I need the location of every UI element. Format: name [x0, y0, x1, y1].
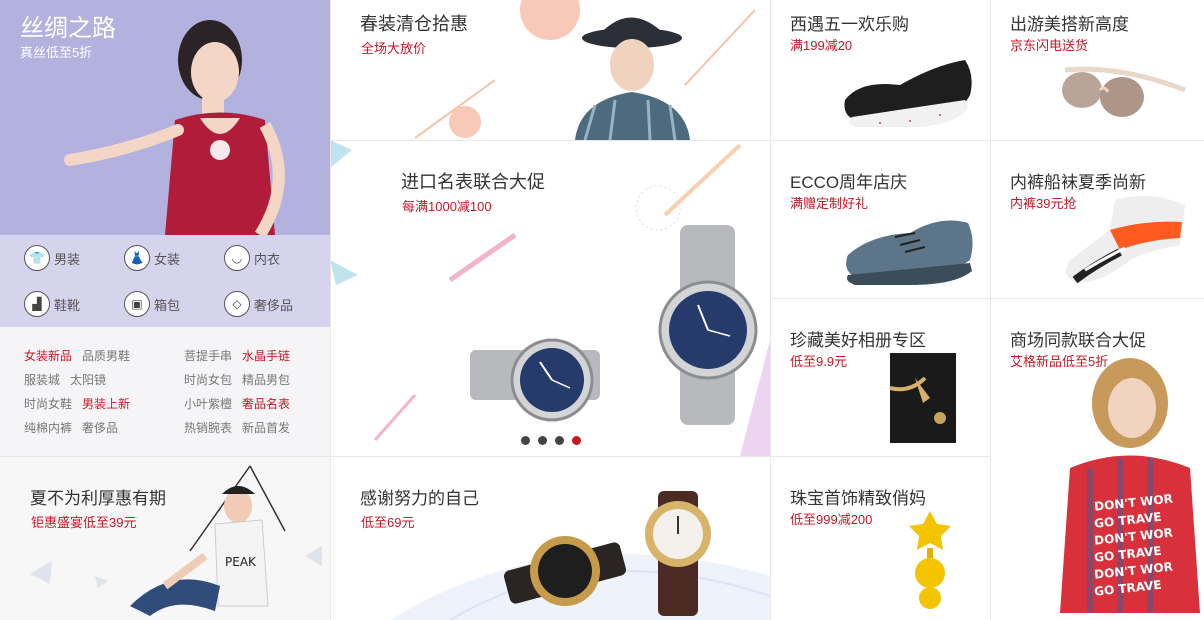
tile-title: 珍藏美好相册专区	[790, 331, 926, 350]
tile-title: 感谢努力的自己	[360, 489, 479, 508]
grid-divider	[0, 456, 990, 457]
category-shoes[interactable]: ▟ 鞋靴	[24, 291, 80, 317]
grid-divider	[330, 140, 1204, 141]
diamond-icon: ◇	[224, 291, 250, 317]
tile-subtitle: 低至69元	[361, 515, 415, 530]
grid-divider	[770, 298, 1204, 299]
keyword-link[interactable]: 水晶手链	[242, 347, 290, 364]
category-underwear[interactable]: ◡ 内衣	[224, 245, 280, 271]
category-womenswear[interactable]: 👗 女装	[124, 245, 180, 271]
tile-subtitle: 满赠定制好礼	[790, 196, 869, 211]
keyword-link[interactable]: 小叶紫檀	[184, 395, 232, 412]
tile-title: ECCO周年店庆	[790, 173, 908, 192]
keyword-link[interactable]: 热销腕表	[184, 419, 232, 436]
keyword-link[interactable]: 服装城	[24, 371, 60, 388]
tile-title: 珠宝首饰精致俏妈	[790, 489, 926, 508]
tshirt-print-text: DON'T WOR GO TRAVE DON'T WOR GO TRAVE DON'T …	[1094, 492, 1204, 599]
category-bags[interactable]: ▣ 箱包	[124, 291, 180, 317]
keyword-link[interactable]: 时尚女鞋	[24, 395, 72, 412]
silk-subtitle: 真丝低至5折	[20, 45, 93, 60]
grid-divider	[770, 0, 771, 620]
category-luxury[interactable]: ◇ 奢侈品	[224, 291, 293, 317]
summer-image: PEAK	[30, 465, 322, 616]
tile-title: 夏不为利厚惠有期	[30, 489, 166, 508]
promo-mall-brands[interactable]: DON'T WOR GO TRAVE DON'T WOR GO TRAVE DON'T …	[990, 298, 1204, 620]
keyword-link[interactable]: 太阳镜	[70, 371, 106, 388]
carousel-dot[interactable]	[572, 436, 581, 445]
carousel-dot[interactable]	[538, 436, 547, 445]
slip-on-shoe-image	[844, 60, 972, 127]
grid-divider	[330, 0, 331, 620]
tile-subtitle: 全场大放价	[361, 41, 427, 56]
category-label: 箱包	[154, 297, 181, 313]
dress-icon: 👗	[124, 245, 150, 271]
tile-title: 西遇五一欢乐购	[790, 15, 909, 34]
silk-title: 丝绸之路	[20, 15, 116, 42]
category-label: 女装	[154, 251, 181, 267]
leather-shoe-image	[846, 220, 973, 285]
category-label: 男装	[54, 251, 81, 267]
luxury-watches-image	[390, 491, 770, 620]
keyword-link[interactable]: 精品男包	[242, 371, 290, 388]
keyword-link[interactable]: 奢品名表	[242, 395, 290, 412]
promo-photo-album[interactable]: 珍藏美好相册专区 低至9.9元	[770, 298, 990, 456]
keyword-link[interactable]: 时尚女包	[184, 371, 232, 388]
keyword-link[interactable]: 女装新品	[24, 347, 72, 364]
category-label: 奢侈品	[254, 297, 294, 313]
bag-icon: ▣	[124, 291, 150, 317]
silk-road-panel[interactable]: 丝绸之路 真丝低至5折 👕 男装 👗 女装 ◡ 内衣 ▟ 鞋靴 ▣ 箱包 ◇ 奢…	[0, 0, 330, 456]
promo-may-day[interactable]: 西遇五一欢乐购 满199减20	[770, 0, 990, 140]
carousel-dot[interactable]	[555, 436, 564, 445]
tile-title: 商场同款联合大促	[1010, 331, 1146, 350]
tile-subtitle: 低至9.9元	[790, 354, 848, 369]
tshirt-icon: 👕	[24, 245, 50, 271]
promo-imported-watches[interactable]: 进口名表联合大促 每满1000减100	[330, 140, 770, 456]
promo-travel[interactable]: 出游美搭新高度 京东闪电送货	[990, 0, 1204, 140]
promo-ecco[interactable]: ECCO周年店庆 满赠定制好礼	[770, 140, 990, 298]
carousel-dot[interactable]	[521, 436, 530, 445]
tile-subtitle: 艾格新品低至5折	[1010, 354, 1109, 369]
keyword-link[interactable]: 品质男鞋	[82, 347, 130, 364]
boot-icon: ▟	[24, 291, 50, 317]
tile-subtitle: 钜惠盛宴低至39元	[31, 515, 137, 530]
tile-title: 出游美搭新高度	[1010, 15, 1129, 34]
bra-icon: ◡	[224, 245, 250, 271]
keyword-link[interactable]: 新品首发	[242, 419, 290, 436]
svg-text:PEAK: PEAK	[225, 555, 257, 569]
tile-subtitle: 每满1000减100	[402, 199, 492, 214]
socks-image	[1066, 196, 1185, 284]
category-label: 内衣	[254, 251, 281, 267]
category-menswear[interactable]: 👕 男装	[24, 245, 80, 271]
keyword-link[interactable]: 男装上新	[82, 395, 130, 412]
tile-subtitle: 京东闪电送货	[1010, 38, 1089, 53]
tile-title: 内裤船袜夏季尚新	[1010, 173, 1146, 192]
keyword-link[interactable]: 奢侈品	[82, 419, 118, 436]
promo-spring-clearance[interactable]: 春装清仓拾惠 全场大放价	[330, 0, 770, 140]
tile-subtitle: 低至999减200	[790, 512, 873, 527]
tile-subtitle: 满199减20	[790, 38, 853, 53]
watches-image	[330, 140, 770, 456]
tile-title: 进口名表联合大促	[401, 172, 545, 192]
keyword-link[interactable]: 纯棉内裤	[24, 419, 72, 436]
category-label: 鞋靴	[54, 297, 81, 313]
tile-title: 春装清仓拾惠	[360, 14, 468, 34]
sunglasses-image	[1062, 66, 1186, 117]
gold-pendant-image	[909, 511, 951, 609]
tile-subtitle: 内裤39元抢	[1010, 196, 1077, 211]
grid-divider	[990, 0, 991, 620]
promo-jewelry[interactable]: 珠宝首饰精致俏妈 低至999减200	[770, 456, 990, 620]
promo-socks[interactable]: 内裤船袜夏季尚新 内裤39元抢	[990, 140, 1204, 298]
promo-summer[interactable]: PEAK 夏不为利厚惠有期 钜惠盛宴低至39元	[0, 456, 330, 620]
photo-album-image	[889, 353, 956, 443]
promo-thanks-yourself[interactable]: 感谢努力的自己 低至69元	[330, 456, 770, 620]
keyword-link[interactable]: 菩提手串	[184, 347, 232, 364]
